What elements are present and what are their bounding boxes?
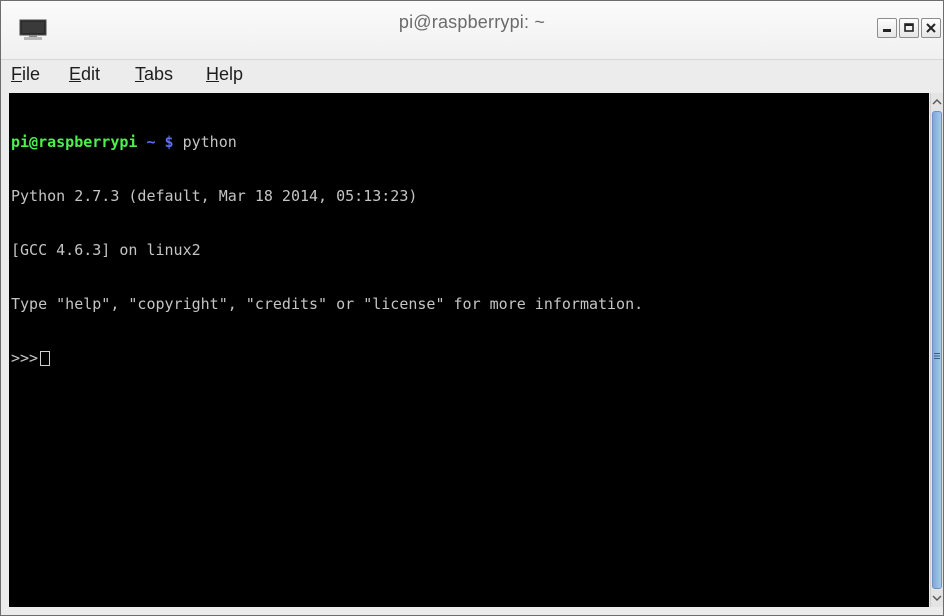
menu-help-label: elp [219, 64, 244, 84]
prompt-path: ~ [146, 133, 156, 151]
text-cursor [40, 351, 51, 366]
menu-tabs-mnemonic: T [135, 64, 144, 84]
menu-help[interactable]: Help [206, 64, 243, 85]
menu-file[interactable]: File [11, 64, 40, 85]
vertical-scrollbar[interactable] [930, 93, 943, 607]
window-bottom-border [1, 607, 943, 615]
typed-command: python [182, 133, 237, 151]
repl-line: >>> [11, 349, 643, 367]
repl-prompt: >>> [11, 349, 39, 367]
scroll-thumb[interactable] [932, 111, 942, 589]
title-bar[interactable]: pi@raspberrypi: ~ [1, 1, 943, 60]
menu-file-label: ile [22, 64, 41, 84]
menu-tabs[interactable]: Tabs [135, 64, 173, 85]
output-line: [GCC 4.6.3] on linux2 [11, 241, 201, 259]
terminal-output-area[interactable]: pi@raspberrypi ~ $ python Python 2.7.3 (… [9, 93, 929, 607]
prompt-user: pi@raspberrypi [11, 133, 138, 151]
menu-edit[interactable]: Edit [69, 64, 100, 85]
scroll-down-icon[interactable] [931, 591, 943, 605]
output-line: Python 2.7.3 (default, Mar 18 2014, 05:1… [11, 187, 418, 205]
menu-file-mnemonic: F [11, 64, 22, 84]
window-title: pi@raspberrypi: ~ [398, 12, 546, 32]
grip-icon [934, 346, 940, 359]
menu-tabs-label: abs [144, 64, 174, 84]
prompt-line: pi@raspberrypi ~ $ python [11, 133, 643, 151]
menu-edit-mnemonic: E [69, 64, 82, 84]
minimize-button[interactable] [877, 18, 897, 38]
menu-bar: File Edit Tabs Help [1, 60, 943, 91]
terminal-window: pi@raspberrypi: ~ File Edit Tabs Help pi… [0, 0, 944, 616]
output-line: Type "help", "copyright", "credits" or "… [11, 295, 644, 313]
scroll-up-icon[interactable] [931, 95, 943, 109]
close-button[interactable] [921, 18, 941, 38]
menu-edit-label: dit [81, 64, 101, 84]
maximize-button[interactable] [899, 18, 919, 38]
menu-help-mnemonic: H [206, 64, 219, 84]
prompt-symbol: $ [164, 133, 174, 151]
terminal-lines: pi@raspberrypi ~ $ python Python 2.7.3 (… [11, 97, 643, 403]
